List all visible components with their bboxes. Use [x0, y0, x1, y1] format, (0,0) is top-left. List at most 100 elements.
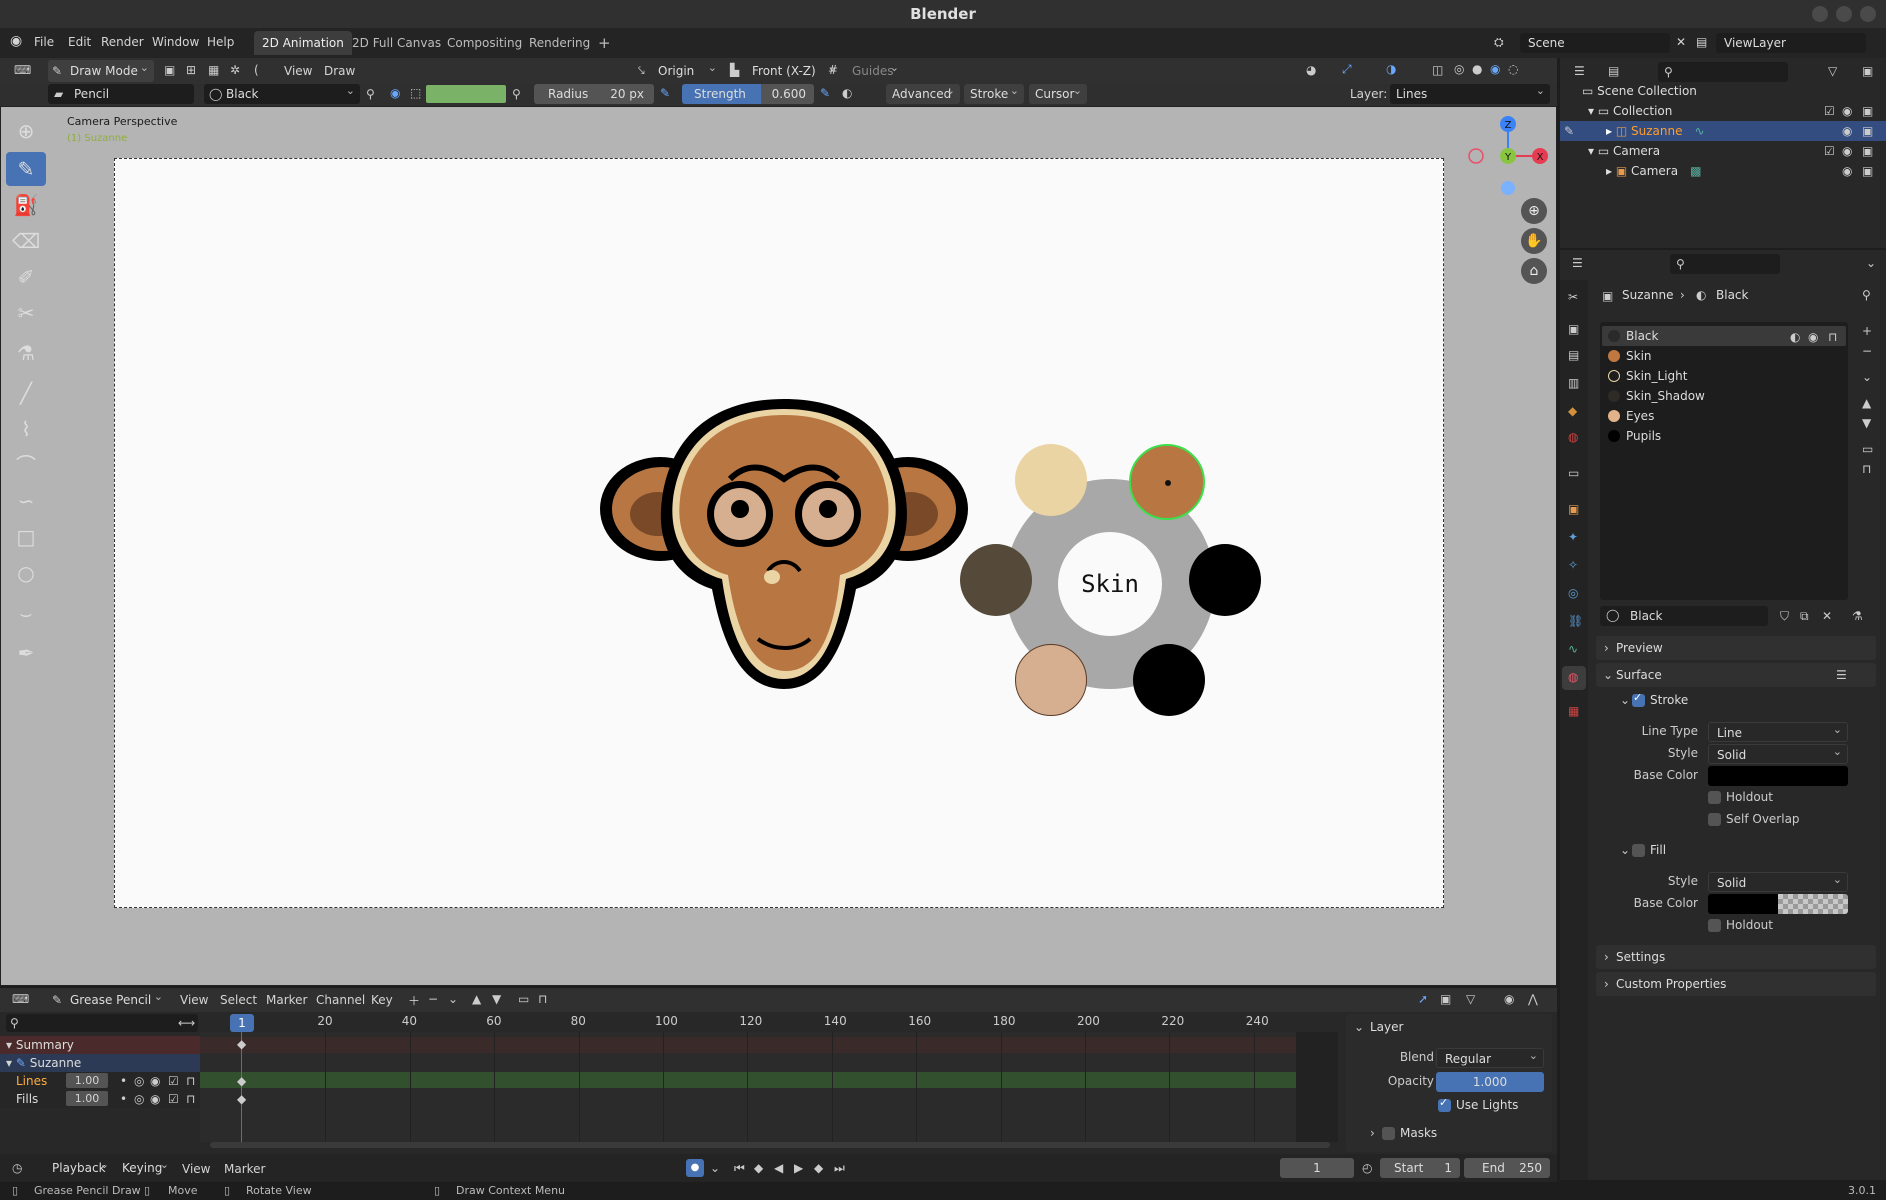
outliner-type-icon[interactable]: ☰: [1574, 64, 1585, 78]
output-tab-icon[interactable]: ▤: [1568, 348, 1579, 362]
pie-eyes[interactable]: [1015, 644, 1087, 716]
prev-keyframe-icon[interactable]: ◆: [754, 1161, 763, 1175]
pressure2-icon[interactable]: ✎: [820, 86, 830, 100]
editor-type-icon[interactable]: ◷: [12, 1161, 22, 1175]
xray-icon[interactable]: ◫: [1432, 63, 1443, 77]
pie-skin-light[interactable]: [1015, 444, 1087, 516]
overlay-icon[interactable]: ◑: [1386, 62, 1396, 76]
material-name-field[interactable]: ◯ Black: [1600, 606, 1768, 626]
menu-draw[interactable]: Draw: [324, 64, 355, 78]
material-selector[interactable]: Black: [204, 81, 360, 104]
menu-view[interactable]: View: [182, 1162, 210, 1176]
remove-slot-icon[interactable]: −: [1862, 344, 1872, 358]
vertex-color-icon[interactable]: ⬚: [410, 86, 421, 100]
tool-tab-icon[interactable]: ✂: [1568, 290, 1578, 304]
menu-marker[interactable]: Marker: [266, 993, 307, 1007]
eye-icon[interactable]: ◉: [1842, 104, 1852, 118]
stroke-holdout-checkbox[interactable]: [1708, 791, 1721, 804]
tab-2d-animation[interactable]: 2D Animation: [254, 31, 352, 55]
material-slot-pupils[interactable]: Pupils: [1604, 426, 1848, 446]
edit-pencil-icon[interactable]: ✎: [1564, 124, 1574, 138]
proportional-icon[interactable]: ◉: [1504, 992, 1514, 1006]
radius-field[interactable]: Radius 20 px: [534, 84, 654, 104]
interpolate-tool-icon[interactable]: ⌣: [6, 596, 46, 630]
eyedropper-tool-icon[interactable]: ⚗: [6, 336, 46, 370]
pie-pupils[interactable]: [1189, 544, 1261, 616]
arc-tool-icon[interactable]: ⌒: [6, 448, 46, 482]
expand-icon[interactable]: ▾: [6, 1056, 12, 1070]
expand-icon[interactable]: ▸: [1606, 164, 1616, 178]
vertex-color-swatch[interactable]: [426, 85, 506, 103]
menu-view[interactable]: View: [180, 993, 208, 1007]
duplicate-icon[interactable]: ⧉: [1800, 609, 1809, 624]
scene-close-icon[interactable]: ✕: [1676, 35, 1686, 49]
gp-lock-icon[interactable]: ◐: [1790, 330, 1800, 344]
object-tab-icon[interactable]: ▣: [1568, 502, 1579, 516]
constraint-tab-icon[interactable]: ⛓: [1568, 614, 1583, 628]
fills-opacity-field[interactable]: 1.00: [66, 1091, 108, 1106]
current-frame-field[interactable]: 1: [1280, 1158, 1354, 1178]
strength-slider[interactable]: Strength 0.600: [682, 84, 814, 104]
fills-keyframe-icon[interactable]: ◆: [237, 1092, 246, 1106]
tint-tool-icon[interactable]: ✐: [6, 260, 46, 294]
menu-window[interactable]: Window: [152, 35, 199, 49]
tab-2d-full-canvas[interactable]: 2D Full Canvas: [344, 31, 449, 55]
playback-menu[interactable]: Playback: [46, 1154, 114, 1179]
stroke-style-dropdown[interactable]: Solid: [1708, 742, 1848, 764]
stopwatch-icon[interactable]: ◴: [1362, 1161, 1372, 1175]
new-collection-icon[interactable]: ▣: [1862, 64, 1873, 78]
cutter-tool-icon[interactable]: ✂: [6, 296, 46, 330]
material-slot-skin-shadow[interactable]: Skin_Shadow: [1604, 386, 1848, 406]
render-icon[interactable]: ▣: [1862, 144, 1873, 158]
line-tool-icon[interactable]: ╱: [6, 376, 46, 410]
next-keyframe-icon[interactable]: ◆: [814, 1161, 823, 1175]
exclude-checkbox-icon[interactable]: ☑: [1824, 104, 1835, 118]
lock2-icon[interactable]: ⊓: [1862, 462, 1871, 476]
camera-view-icon[interactable]: ⌂: [1521, 258, 1547, 284]
view-layer-tab-icon[interactable]: ▥: [1568, 376, 1579, 390]
color-mode-icon[interactable]: ◉: [390, 86, 400, 100]
render-tab-icon[interactable]: ▣: [1568, 322, 1579, 336]
use-lights-checkbox[interactable]: [1438, 1096, 1451, 1112]
self-overlap-checkbox[interactable]: [1708, 813, 1721, 826]
menu-edit[interactable]: Edit: [68, 35, 91, 49]
lines-keyframe-icon[interactable]: ◆: [237, 1074, 246, 1088]
fake-user-icon[interactable]: ⛉: [1780, 609, 1789, 624]
origin-dropdown[interactable]: Origin: [652, 57, 722, 82]
pin2-icon[interactable]: ⚲: [512, 87, 521, 101]
unlink-icon[interactable]: ✕: [1822, 609, 1832, 623]
onion-icon[interactable]: ◎: [134, 1092, 144, 1106]
pan-hand-icon[interactable]: ✋: [1521, 228, 1547, 254]
dot-icon[interactable]: •: [120, 1074, 127, 1088]
layer-up-icon[interactable]: ▲: [472, 992, 481, 1006]
falloff-icon[interactable]: ⋀: [1528, 992, 1538, 1006]
checkbox-icon[interactable]: ☑: [168, 1074, 179, 1088]
expand-icon[interactable]: ▾: [6, 1038, 12, 1052]
expand-icon[interactable]: ▸: [1606, 124, 1616, 138]
shading-material-icon[interactable]: ◉: [1490, 62, 1500, 76]
properties-type-icon[interactable]: ☰: [1572, 256, 1583, 270]
menu-key[interactable]: Key: [371, 993, 393, 1007]
stroke-color-swatch[interactable]: [1708, 766, 1848, 786]
blender-logo-icon[interactable]: ◉: [10, 33, 22, 49]
eye-icon[interactable]: ◉: [150, 1092, 160, 1106]
jump-end-icon[interactable]: ⏭: [834, 1161, 845, 1176]
lock-icon[interactable]: ⊓: [538, 992, 547, 1006]
navigation-gizmo[interactable]: Z Y X: [1464, 114, 1556, 198]
brush-selector[interactable]: Pencil: [48, 84, 194, 104]
stroke-checkbox[interactable]: [1632, 691, 1645, 707]
draw-tool-icon[interactable]: ✎: [6, 152, 46, 186]
outliner-row-camera-collection[interactable]: ▾ ▭ Camera: [1588, 141, 1660, 161]
camera-frame[interactable]: Skin: [114, 158, 1444, 908]
modifier-tab-icon[interactable]: ✦: [1568, 530, 1578, 544]
record-icon[interactable]: ●: [686, 1159, 704, 1177]
layer-down-icon[interactable]: ▼: [492, 992, 501, 1006]
multiframe-icon[interactable]: ▦: [208, 63, 219, 77]
autokey-icon[interactable]: ✲: [230, 63, 240, 77]
frame-ruler[interactable]: 20 40 60 80 100 120 140 160 180 200 220 240: [200, 1012, 1338, 1142]
summary-keyframe-icon[interactable]: ◆: [237, 1037, 246, 1051]
collapse-icon[interactable]: ⌄: [1866, 256, 1876, 270]
dopesheet-mode-dropdown[interactable]: Grease Pencil: [48, 986, 168, 1011]
curve-icon[interactable]: (: [254, 63, 259, 77]
zoom-icon[interactable]: ⊕: [1521, 198, 1547, 224]
